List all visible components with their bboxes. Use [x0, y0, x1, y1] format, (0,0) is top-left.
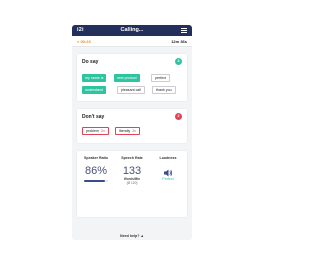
need-help-button[interactable]: Need help? ▲ [72, 234, 192, 238]
speech-rate-label: Speech Rate [121, 156, 143, 160]
loudness-metric: Loudness Perfect [150, 156, 186, 181]
speaker-ratio-value: 86% [84, 165, 108, 177]
dont-say-chip: problem 2x [82, 127, 109, 135]
do-say-chip: pleasant call [117, 86, 145, 94]
dont-say-chip-label: literally [119, 129, 131, 133]
do-say-chip: understand [82, 86, 106, 94]
dont-say-chip: literally 2x [115, 127, 140, 135]
speaker-ratio-label: Speaker Ratio [84, 156, 108, 160]
call-duration: 12m 36s [171, 39, 187, 44]
speaker-icon [163, 165, 173, 177]
dont-say-chip-label: problem [86, 129, 99, 133]
dont-say-card: Don't say 2 problem 2x literally 2x [77, 109, 187, 143]
speaker-ratio-metric: Speaker Ratio 86% [78, 156, 114, 182]
speaker-ratio-bar-fill [84, 180, 105, 182]
hamburger-icon[interactable] [181, 28, 187, 33]
back-link[interactable]: < 00:23 [77, 39, 91, 44]
do-say-chip: new product [114, 74, 140, 82]
do-say-chip: thank you [152, 86, 176, 94]
call-screen: i2i Calling... < 00:23 12m 36s Do say 3 … [72, 25, 192, 240]
do-say-chip: my name is [82, 74, 107, 82]
call-status-title: Calling... [120, 27, 144, 33]
speech-rate-metric: Speech Rate 133 Words/Min (Ø 120) [114, 156, 150, 185]
call-info-bar: < 00:23 12m 36s [72, 36, 192, 47]
do-say-chip: perfect [151, 74, 170, 82]
loudness-label: Loudness [159, 156, 177, 160]
do-say-card: Do say 3 my name is new product perfect … [77, 54, 187, 101]
speaker-ratio-bar [84, 180, 108, 182]
do-say-title: Do say [82, 59, 99, 65]
speech-rate-average: (Ø 120) [126, 181, 138, 185]
dont-say-chip-times: 2x [132, 129, 136, 133]
dont-say-title: Don't say [82, 114, 105, 120]
metrics-card: Speaker Ratio 86% Speech Rate 133 Words/… [77, 151, 187, 217]
speech-rate-value: 133 [122, 165, 142, 177]
do-say-count-badge: 3 [175, 58, 182, 65]
dont-say-chip-times: 2x [100, 129, 105, 133]
dont-say-count-badge: 2 [175, 113, 182, 120]
top-bar: i2i Calling... [72, 25, 192, 36]
